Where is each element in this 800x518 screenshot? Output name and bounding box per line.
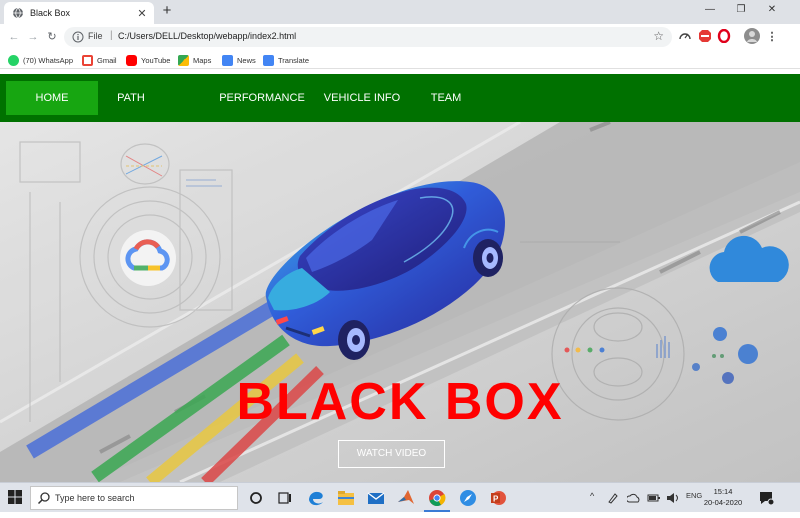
notification-icon[interactable] bbox=[758, 490, 774, 506]
windows-start-icon[interactable] bbox=[8, 490, 22, 504]
mail-icon[interactable] bbox=[366, 488, 386, 508]
minimize-icon[interactable]: — bbox=[700, 2, 720, 18]
bookmark-youtube[interactable]: YouTube bbox=[126, 53, 170, 67]
bookmark-gmail[interactable]: Gmail bbox=[82, 53, 117, 67]
volume-icon[interactable] bbox=[666, 492, 680, 504]
browser-tab[interactable]: Black Box ✕ bbox=[4, 2, 154, 24]
translate-icon bbox=[263, 54, 274, 66]
speedometer-icon[interactable] bbox=[678, 29, 692, 43]
info-icon[interactable] bbox=[72, 31, 84, 43]
taskbar-search-box[interactable]: Type here to search bbox=[30, 486, 238, 510]
opera-icon[interactable] bbox=[717, 29, 731, 43]
youtube-icon bbox=[126, 54, 137, 66]
address-separator: | bbox=[110, 30, 113, 41]
cortana-icon[interactable] bbox=[246, 488, 266, 508]
bookmark-label: YouTube bbox=[141, 55, 171, 65]
battery-icon[interactable] bbox=[647, 492, 661, 504]
windows-taskbar: Type here to search P ^ ENG 15:14 20-04-… bbox=[0, 482, 800, 512]
bookmark-label: Maps bbox=[193, 55, 212, 65]
web-page: HOME PATH PERFORMANCE VEHICLE INFO TEAM bbox=[0, 74, 800, 482]
whatsapp-icon bbox=[8, 54, 19, 66]
tab-title: Black Box bbox=[30, 8, 71, 18]
active-app-indicator bbox=[424, 510, 450, 512]
bookmark-whatsapp[interactable]: (70) WhatsApp bbox=[8, 53, 73, 67]
maximize-icon[interactable]: ❐ bbox=[731, 2, 751, 18]
safari-icon[interactable] bbox=[458, 488, 478, 508]
svg-text:P: P bbox=[493, 495, 499, 504]
nav-team[interactable]: TEAM bbox=[424, 81, 468, 115]
bookmark-label: News bbox=[237, 55, 256, 65]
task-view-icon[interactable] bbox=[275, 488, 295, 508]
matlab-icon[interactable] bbox=[396, 488, 416, 508]
avatar[interactable] bbox=[744, 28, 760, 44]
clock-date: 20-04-2020 bbox=[703, 498, 743, 507]
bookmark-maps[interactable]: Maps bbox=[178, 53, 211, 67]
search-placeholder: Type here to search bbox=[55, 493, 135, 503]
back-arrow-icon[interactable]: ← bbox=[6, 29, 22, 45]
close-window-icon[interactable]: ✕ bbox=[762, 2, 782, 18]
bookmark-label: (70) WhatsApp bbox=[23, 55, 74, 65]
bookmarks-bar: (70) WhatsApp Gmail YouTube Maps News Tr… bbox=[0, 50, 800, 69]
nav-home[interactable]: HOME bbox=[6, 81, 98, 115]
menu-icon[interactable]: ⋮ bbox=[764, 29, 780, 45]
url-text[interactable]: C:/Users/DELL/Desktop/webapp/index2.html bbox=[118, 31, 296, 41]
new-tab-button[interactable]: + bbox=[158, 2, 176, 20]
nav-performance[interactable]: PERFORMANCE bbox=[218, 81, 306, 115]
browser-toolbar: ← → ↻ File | C:/Users/DELL/Desktop/webap… bbox=[0, 24, 800, 50]
tab-strip: Black Box ✕ + — ❐ ✕ bbox=[0, 0, 800, 24]
scheme-label: File bbox=[88, 31, 103, 41]
chrome-icon[interactable] bbox=[427, 488, 447, 508]
nav-path[interactable]: PATH bbox=[110, 81, 152, 115]
star-icon[interactable]: ☆ bbox=[653, 29, 664, 43]
reload-icon[interactable]: ↻ bbox=[44, 29, 60, 45]
watch-video-button[interactable]: WATCH VIDEO bbox=[338, 440, 445, 468]
file-explorer-icon[interactable] bbox=[336, 488, 356, 508]
pen-icon[interactable] bbox=[607, 492, 619, 504]
chevron-up-icon[interactable]: ^ bbox=[590, 491, 594, 501]
hero-section: BLACK BOX WATCH VIDEO bbox=[0, 122, 800, 482]
bookmark-label: Translate bbox=[278, 55, 309, 65]
maps-icon bbox=[178, 54, 189, 66]
gmail-icon bbox=[82, 54, 93, 66]
bookmark-news[interactable]: News bbox=[222, 53, 256, 67]
close-icon[interactable]: ✕ bbox=[134, 7, 150, 20]
nav-vehicle-info[interactable]: VEHICLE INFO bbox=[322, 81, 402, 115]
globe-icon bbox=[13, 7, 23, 19]
screen: Black Box ✕ + — ❐ ✕ ← → ↻ File | C:/User… bbox=[0, 0, 800, 518]
news-icon bbox=[222, 54, 233, 66]
site-navbar: HOME PATH PERFORMANCE VEHICLE INFO TEAM bbox=[0, 74, 800, 122]
bookmark-label: Gmail bbox=[97, 55, 117, 65]
search-icon bbox=[37, 492, 50, 505]
onedrive-icon[interactable] bbox=[627, 492, 641, 504]
hero-title: BLACK BOX bbox=[236, 373, 564, 431]
adblock-icon[interactable] bbox=[698, 29, 712, 43]
clock-time: 15:14 bbox=[713, 487, 733, 496]
bookmark-translate[interactable]: Translate bbox=[263, 53, 309, 67]
powerpoint-icon[interactable]: P bbox=[488, 488, 508, 508]
forward-arrow-icon[interactable]: → bbox=[25, 29, 41, 45]
address-bar[interactable]: File | C:/Users/DELL/Desktop/webapp/inde… bbox=[64, 27, 672, 47]
clock[interactable]: 15:14 20-04-2020 bbox=[700, 486, 746, 508]
edge-icon[interactable] bbox=[306, 488, 326, 508]
